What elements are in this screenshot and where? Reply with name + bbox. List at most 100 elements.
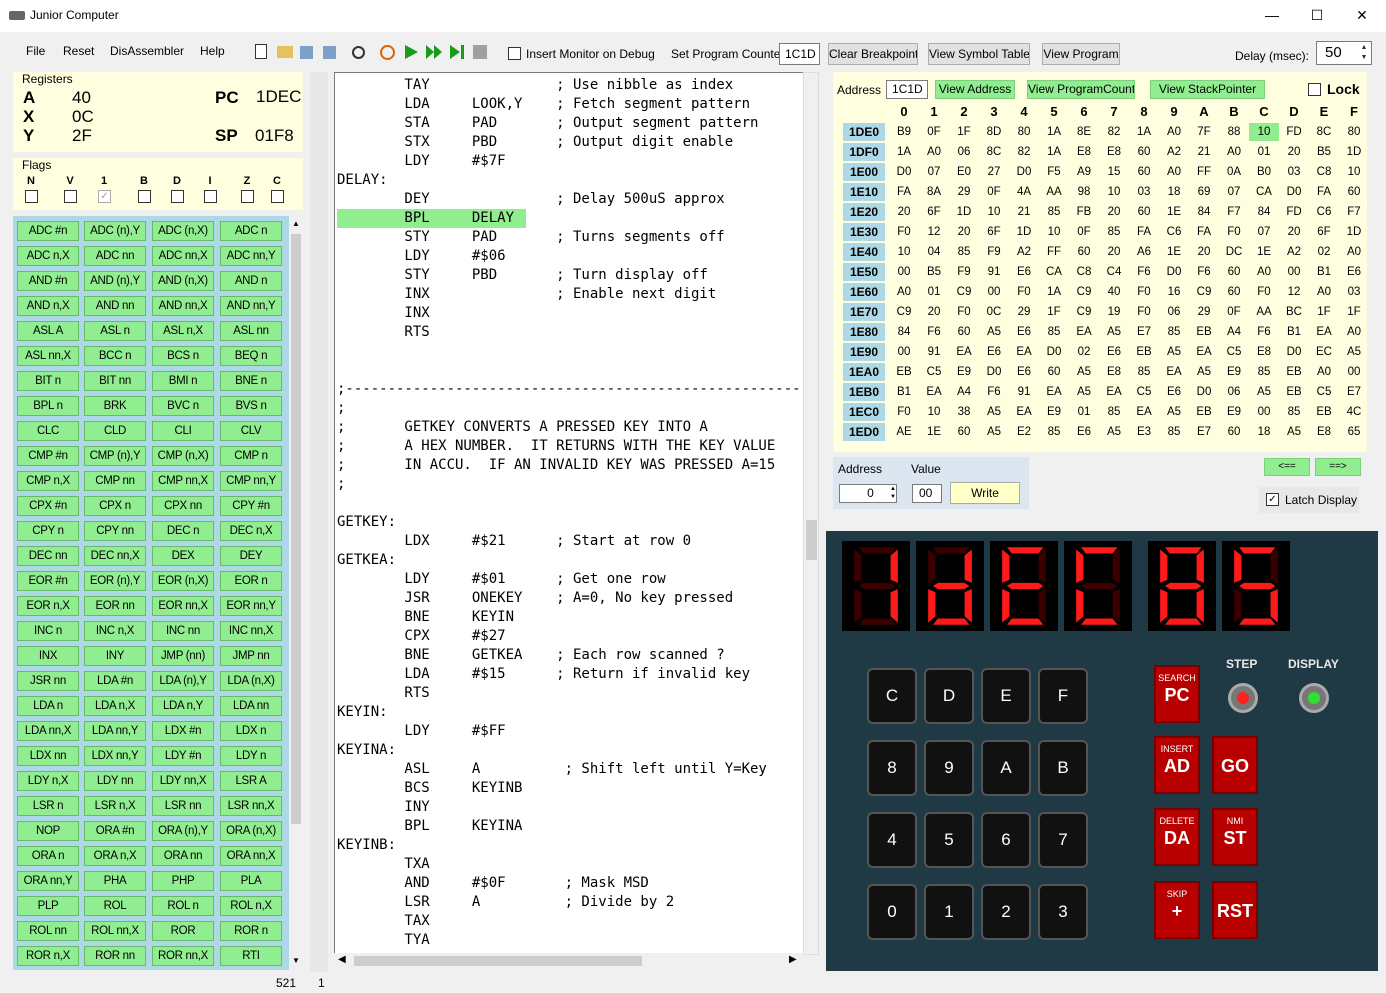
write-value-input[interactable]: 00 — [912, 484, 942, 503]
code-line[interactable]: ; IN ACCU. IF AN INVALID KEY WAS PRESSED… — [337, 456, 775, 475]
memory-cell[interactable]: E8 — [1249, 343, 1279, 361]
memory-cell[interactable]: FF — [1189, 163, 1219, 181]
memory-cell[interactable]: C5 — [1219, 343, 1249, 361]
hex-key[interactable]: B — [1038, 740, 1088, 796]
memory-cell[interactable]: 8A — [919, 183, 949, 201]
minimize-button[interactable]: — — [1249, 0, 1295, 32]
opcode-button[interactable]: LDY n — [220, 746, 282, 766]
memory-cell[interactable]: 6F — [979, 223, 1009, 241]
hex-key[interactable]: 0 — [867, 884, 917, 940]
code-line[interactable]: ; — [337, 475, 345, 494]
memory-cell[interactable]: 0A — [1219, 163, 1249, 181]
hex-key[interactable]: 7 — [1038, 812, 1088, 868]
scroll-right-icon[interactable]: ▶ — [789, 954, 797, 965]
code-hscroll[interactable]: ◀ ▶ — [334, 953, 804, 969]
memory-cell[interactable]: 8C — [979, 143, 1009, 161]
code-line[interactable]: INX — [337, 304, 429, 323]
opcode-button[interactable]: PHP — [152, 871, 214, 891]
code-line[interactable]: CPX #$27 — [337, 627, 505, 646]
open-folder-icon[interactable] — [277, 46, 293, 58]
memory-cell[interactable]: 20 — [1279, 223, 1309, 241]
memory-cell[interactable]: 06 — [949, 143, 979, 161]
memory-cell[interactable]: C5 — [1129, 383, 1159, 401]
opcode-button[interactable]: ROL nn,X — [84, 921, 146, 941]
memory-cell[interactable]: D0 — [1159, 263, 1189, 281]
memory-cell[interactable]: 1F — [1309, 303, 1339, 321]
memory-cell[interactable]: A0 — [1159, 163, 1189, 181]
memory-cell[interactable]: 40 — [1099, 283, 1129, 301]
memory-cell[interactable]: 1D — [1339, 223, 1369, 241]
memory-cell[interactable]: 0F — [919, 123, 949, 141]
hex-key[interactable]: 2 — [981, 884, 1031, 940]
memory-cell[interactable]: F0 — [1129, 283, 1159, 301]
memory-cell[interactable]: E8 — [1309, 423, 1339, 441]
memory-cell[interactable]: 60 — [1129, 163, 1159, 181]
memory-cell[interactable]: FB — [1069, 203, 1099, 221]
opcode-button[interactable]: LDA (n),Y — [152, 671, 214, 691]
memory-cell[interactable]: D0 — [1009, 163, 1039, 181]
memory-cell[interactable]: 20 — [949, 223, 979, 241]
memory-cell[interactable]: EB — [1189, 323, 1219, 341]
latch-display-checkbox[interactable]: ✓ — [1266, 493, 1279, 506]
memory-cell[interactable]: EB — [1309, 403, 1339, 421]
opcode-button[interactable]: LDA nn,Y — [84, 721, 146, 741]
code-line[interactable]: DELAY: — [337, 171, 388, 190]
memory-cell[interactable]: E0 — [949, 163, 979, 181]
memory-cell[interactable]: 1D — [1339, 143, 1369, 161]
hex-key[interactable]: F — [1038, 668, 1088, 724]
memory-cell[interactable]: E8 — [1069, 143, 1099, 161]
memory-cell[interactable]: B1 — [1279, 323, 1309, 341]
memory-cell[interactable]: 00 — [979, 283, 1009, 301]
memory-cell[interactable]: 88 — [1219, 123, 1249, 141]
memory-cell[interactable]: F9 — [979, 243, 1009, 261]
memory-cell[interactable]: 02 — [1309, 243, 1339, 261]
memory-cell[interactable]: 85 — [1099, 403, 1129, 421]
memory-cell[interactable]: F6 — [1249, 323, 1279, 341]
set-pc-input[interactable]: 1C1D — [779, 43, 820, 65]
memory-cell[interactable]: 0F — [1219, 303, 1249, 321]
memory-cell[interactable]: 1E — [1159, 203, 1189, 221]
code-line[interactable]: LDY #$FF — [337, 722, 505, 741]
code-line[interactable]: TAY ; Use nibble as index — [337, 76, 733, 95]
memory-cell[interactable]: 19 — [1099, 303, 1129, 321]
opcode-button[interactable]: LDA n — [17, 696, 79, 716]
hex-key[interactable]: 5 — [924, 812, 974, 868]
opcode-scrollbar[interactable]: ▲ ▼ — [289, 216, 303, 970]
memory-cell[interactable]: 65 — [1339, 423, 1369, 441]
delay-spinner-icon[interactable]: ▲ ▼ — [1358, 43, 1370, 63]
memory-cell[interactable]: 02 — [1069, 343, 1099, 361]
memory-cell[interactable]: AA — [1249, 303, 1279, 321]
memory-cell[interactable]: FD — [1279, 203, 1309, 221]
opcode-button[interactable]: BNE n — [220, 371, 282, 391]
memory-cell[interactable]: B0 — [1249, 163, 1279, 181]
memory-cell[interactable]: E6 — [1159, 383, 1189, 401]
opcode-button[interactable]: LDA #n — [84, 671, 146, 691]
memory-cell[interactable]: A0 — [1249, 263, 1279, 281]
opcode-button[interactable]: ROL n,X — [220, 896, 282, 916]
clear-breakpoint-button[interactable]: Clear Breakpoint — [828, 43, 918, 65]
code-line[interactable]: TAX — [337, 912, 429, 931]
memory-cell[interactable]: EB — [1279, 363, 1309, 381]
memory-cell[interactable]: A4 — [1219, 323, 1249, 341]
opcode-button[interactable]: CPX nn — [152, 496, 214, 516]
memory-cell[interactable]: A5 — [979, 403, 1009, 421]
memory-cell[interactable]: F9 — [949, 263, 979, 281]
memory-cell[interactable]: EA — [1069, 323, 1099, 341]
memory-cell[interactable]: 1F — [1039, 303, 1069, 321]
memory-cell[interactable]: C6 — [1309, 203, 1339, 221]
memory-cell[interactable]: 21 — [1189, 143, 1219, 161]
flag-c-checkbox[interactable] — [271, 190, 284, 203]
memory-cell[interactable]: B1 — [889, 383, 919, 401]
view-pc-button[interactable]: View ProgramCounter — [1027, 80, 1135, 99]
memory-cell[interactable]: 98 — [1069, 183, 1099, 201]
code-line[interactable]: BNE GETKEA ; Each row scanned ? — [337, 646, 724, 665]
memory-cell[interactable]: 10 — [889, 243, 919, 261]
memory-cell[interactable]: 00 — [1279, 263, 1309, 281]
opcode-button[interactable]: ROR nn — [84, 946, 146, 966]
memory-cell[interactable]: 21 — [1009, 203, 1039, 221]
memory-cell[interactable]: D0 — [1039, 343, 1069, 361]
code-line[interactable]: INX ; Enable next digit — [337, 285, 716, 304]
code-line[interactable]: KEYIN: — [337, 703, 388, 722]
memory-cell[interactable]: 85 — [1129, 363, 1159, 381]
memory-cell[interactable]: 1A — [889, 143, 919, 161]
